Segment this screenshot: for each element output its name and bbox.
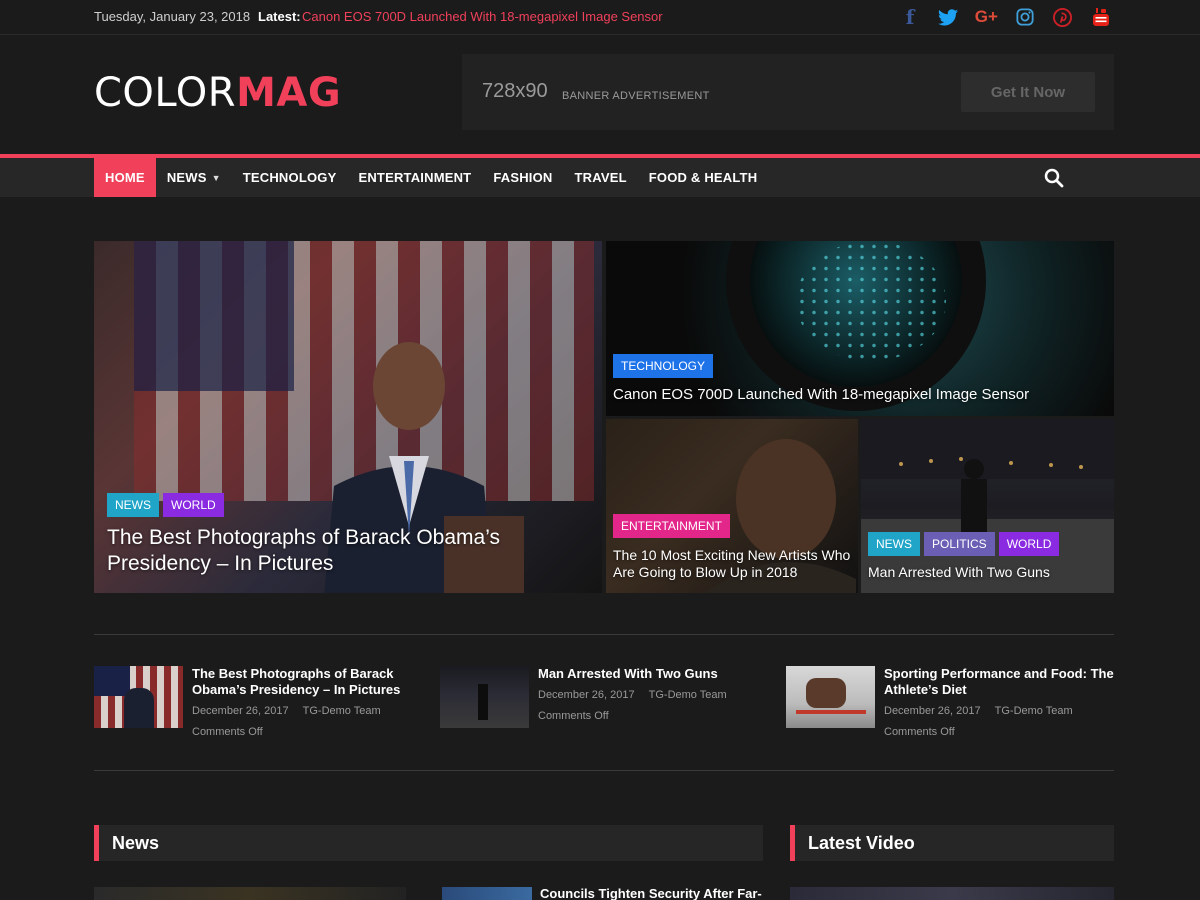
banner-text: BANNER ADVERTISEMENT [562, 90, 710, 102]
featured-post-technology-title[interactable]: Canon EOS 700D Launched With 18-megapixe… [613, 386, 1103, 404]
current-date: Tuesday, January 23, 2018 [94, 9, 251, 24]
logo-text-color: COLOR [94, 70, 237, 116]
thumbnail-athlete [806, 678, 846, 708]
featured-post-entertainment-title[interactable]: The 10 Most Exciting New Artists Who Are… [613, 547, 853, 581]
news-post-thumbnail[interactable] [442, 887, 532, 900]
top-bar: Tuesday, January 23, 2018 Latest: Canon … [0, 0, 1200, 35]
twitter-icon[interactable] [936, 6, 960, 28]
chevron-down-icon: ▼ [211, 172, 221, 183]
section-title-latest-video: Latest Video [808, 833, 915, 853]
news-post-thumbnail[interactable] [94, 887, 406, 900]
post-author[interactable]: TG-Demo Team [303, 705, 381, 717]
list-item[interactable]: Man Arrested With Two Guns December 26, … [440, 666, 770, 746]
post-title[interactable]: Sporting Performance and Food: The Athle… [884, 666, 1114, 698]
thumbnail-flag-canton [94, 666, 130, 696]
get-it-now-button[interactable]: Get It Now [961, 72, 1095, 112]
post-meta: December 26, 2017 TG-Demo Team [884, 705, 1087, 717]
list-item[interactable]: Sporting Performance and Food: The Athle… [786, 666, 1116, 746]
pinterest-icon[interactable] [1051, 6, 1075, 28]
facebook-icon[interactable]: f [898, 5, 922, 29]
nav-item-food-health[interactable]: FOOD & HEALTH [638, 158, 769, 197]
featured-main-post[interactable]: NEWS WORLD The Best Photographs of Barac… [94, 241, 602, 593]
latest-headline-link[interactable]: Canon EOS 700D Launched With 18-megapixe… [302, 9, 663, 24]
post-author[interactable]: TG-Demo Team [995, 705, 1073, 717]
youtube-icon[interactable] [1089, 6, 1113, 28]
main-navigation: HOME NEWS ▼ TECHNOLOGY ENTERTAINMENT FASH… [0, 154, 1200, 197]
section-header-latest-video: Latest Video [790, 825, 1114, 861]
featured-main-title[interactable]: The Best Photographs of Barack Obama’s P… [107, 525, 567, 577]
nav-item-news-label: NEWS [166, 170, 207, 185]
nav-item-technology[interactable]: TECHNOLOGY [232, 158, 348, 197]
latest-label: Latest: [258, 9, 301, 24]
divider [94, 634, 1114, 635]
post-meta: December 26, 2017 TG-Demo Team [192, 705, 395, 717]
post-thumbnail[interactable] [440, 666, 529, 728]
post-thumbnail[interactable] [786, 666, 875, 728]
category-badge-news[interactable]: NEWS [868, 532, 920, 556]
divider [94, 770, 1114, 771]
post-title[interactable]: The Best Photographs of Barack Obama’s P… [192, 666, 422, 698]
post-comments: Comments Off [538, 710, 609, 722]
category-badge-world[interactable]: WORLD [163, 493, 224, 517]
nav-item-travel[interactable]: TRAVEL [564, 158, 638, 197]
post-thumbnail[interactable] [94, 666, 183, 728]
nav-item-entertainment[interactable]: ENTERTAINMENT [347, 158, 482, 197]
social-links: f G+ [898, 5, 1113, 29]
banner-advertisement[interactable]: 728x90 BANNER ADVERTISEMENT Get It Now [462, 54, 1114, 130]
lens-bokeh [796, 241, 946, 361]
thumbnail-figure [478, 684, 488, 720]
category-badge-politics[interactable]: POLITICS [924, 532, 995, 556]
post-meta: December 26, 2017 TG-Demo Team [538, 689, 741, 701]
news-post-title[interactable]: Councils Tighten Security After Far- [540, 886, 762, 900]
thumbnail-hurdle [796, 710, 866, 714]
site-header: COLORMAG 728x90 BANNER ADVERTISEMENT Get… [0, 36, 1200, 154]
site-logo[interactable]: COLORMAG [94, 70, 341, 116]
category-badge-news[interactable]: NEWS [107, 493, 159, 517]
flag-canton [134, 241, 294, 391]
featured-post-politics-title[interactable]: Man Arrested With Two Guns [868, 564, 1108, 581]
featured-post-politics[interactable]: NEWS POLITICS WORLD Man Arrested With Tw… [861, 419, 1114, 593]
banner-size-label: 728x90 [482, 80, 548, 102]
thumbnail-person [124, 688, 154, 728]
category-badge-entertainment[interactable]: ENTERTAINMENT [613, 514, 730, 538]
nav-item-news[interactable]: NEWS ▼ [156, 158, 232, 197]
list-item[interactable]: The Best Photographs of Barack Obama’s P… [94, 666, 424, 746]
section-header-news: News [94, 825, 763, 861]
search-icon[interactable] [1044, 168, 1066, 190]
nav-item-home[interactable]: HOME [94, 158, 156, 197]
category-badge-world[interactable]: WORLD [998, 532, 1060, 556]
section-title-news: News [112, 833, 160, 853]
featured-post-entertainment[interactable]: ENTERTAINMENT The 10 Most Exciting New A… [606, 419, 858, 593]
logo-text-mag: MAG [236, 70, 342, 116]
featured-post-technology[interactable]: TECHNOLOGY Canon EOS 700D Launched With … [606, 241, 1114, 416]
post-comments: Comments Off [192, 726, 263, 738]
post-date[interactable]: December 26, 2017 [884, 705, 981, 717]
instagram-icon[interactable] [1013, 6, 1037, 28]
category-badge-technology[interactable]: TECHNOLOGY [613, 354, 714, 378]
post-title[interactable]: Man Arrested With Two Guns [538, 666, 768, 682]
post-date[interactable]: December 26, 2017 [538, 689, 635, 701]
video-thumbnail[interactable] [790, 887, 1114, 900]
post-author[interactable]: TG-Demo Team [649, 689, 727, 701]
post-comments: Comments Off [884, 726, 955, 738]
googleplus-icon[interactable]: G+ [974, 6, 998, 28]
post-date[interactable]: December 26, 2017 [192, 705, 289, 717]
nav-item-fashion[interactable]: FASHION [482, 158, 563, 197]
